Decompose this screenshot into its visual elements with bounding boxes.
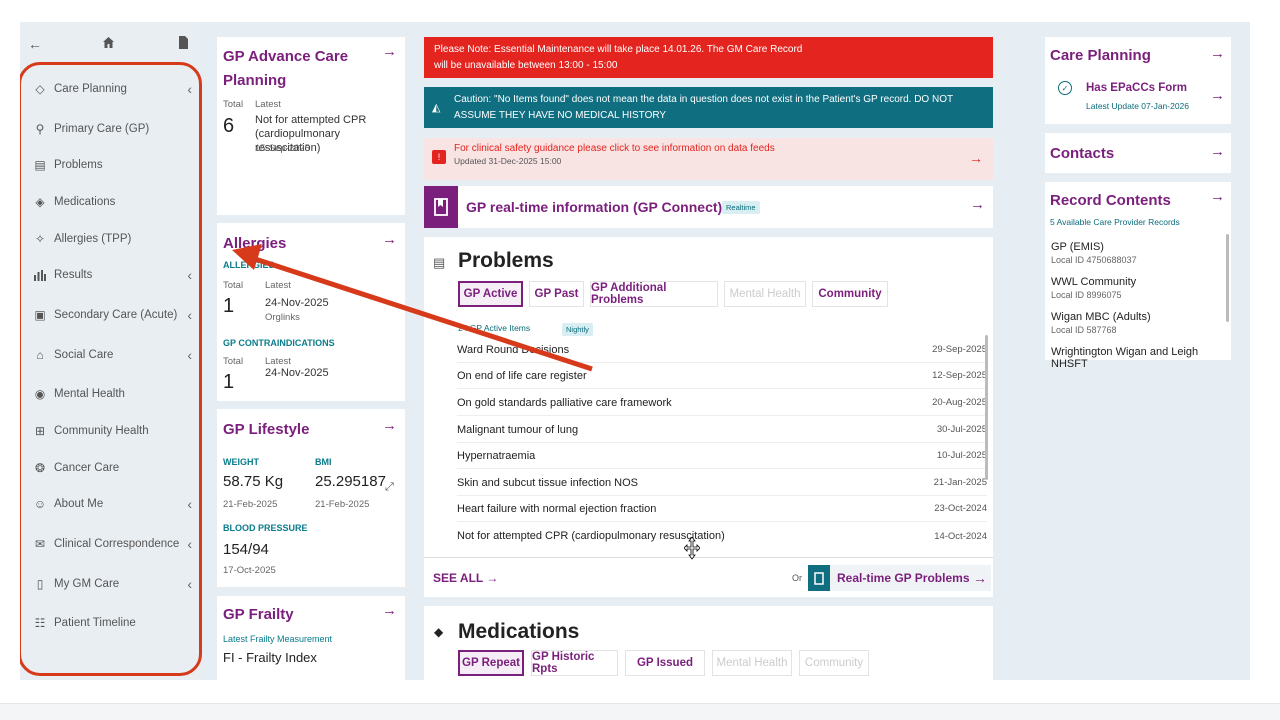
- annotation-arrow: [232, 244, 593, 372]
- bottom-bar: [0, 703, 1280, 720]
- app-frame: ← ◇ Care Planning ‹ ⚲ Primary Care (GP) …: [20, 22, 1250, 680]
- mouse-cursor-icon: [684, 537, 700, 560]
